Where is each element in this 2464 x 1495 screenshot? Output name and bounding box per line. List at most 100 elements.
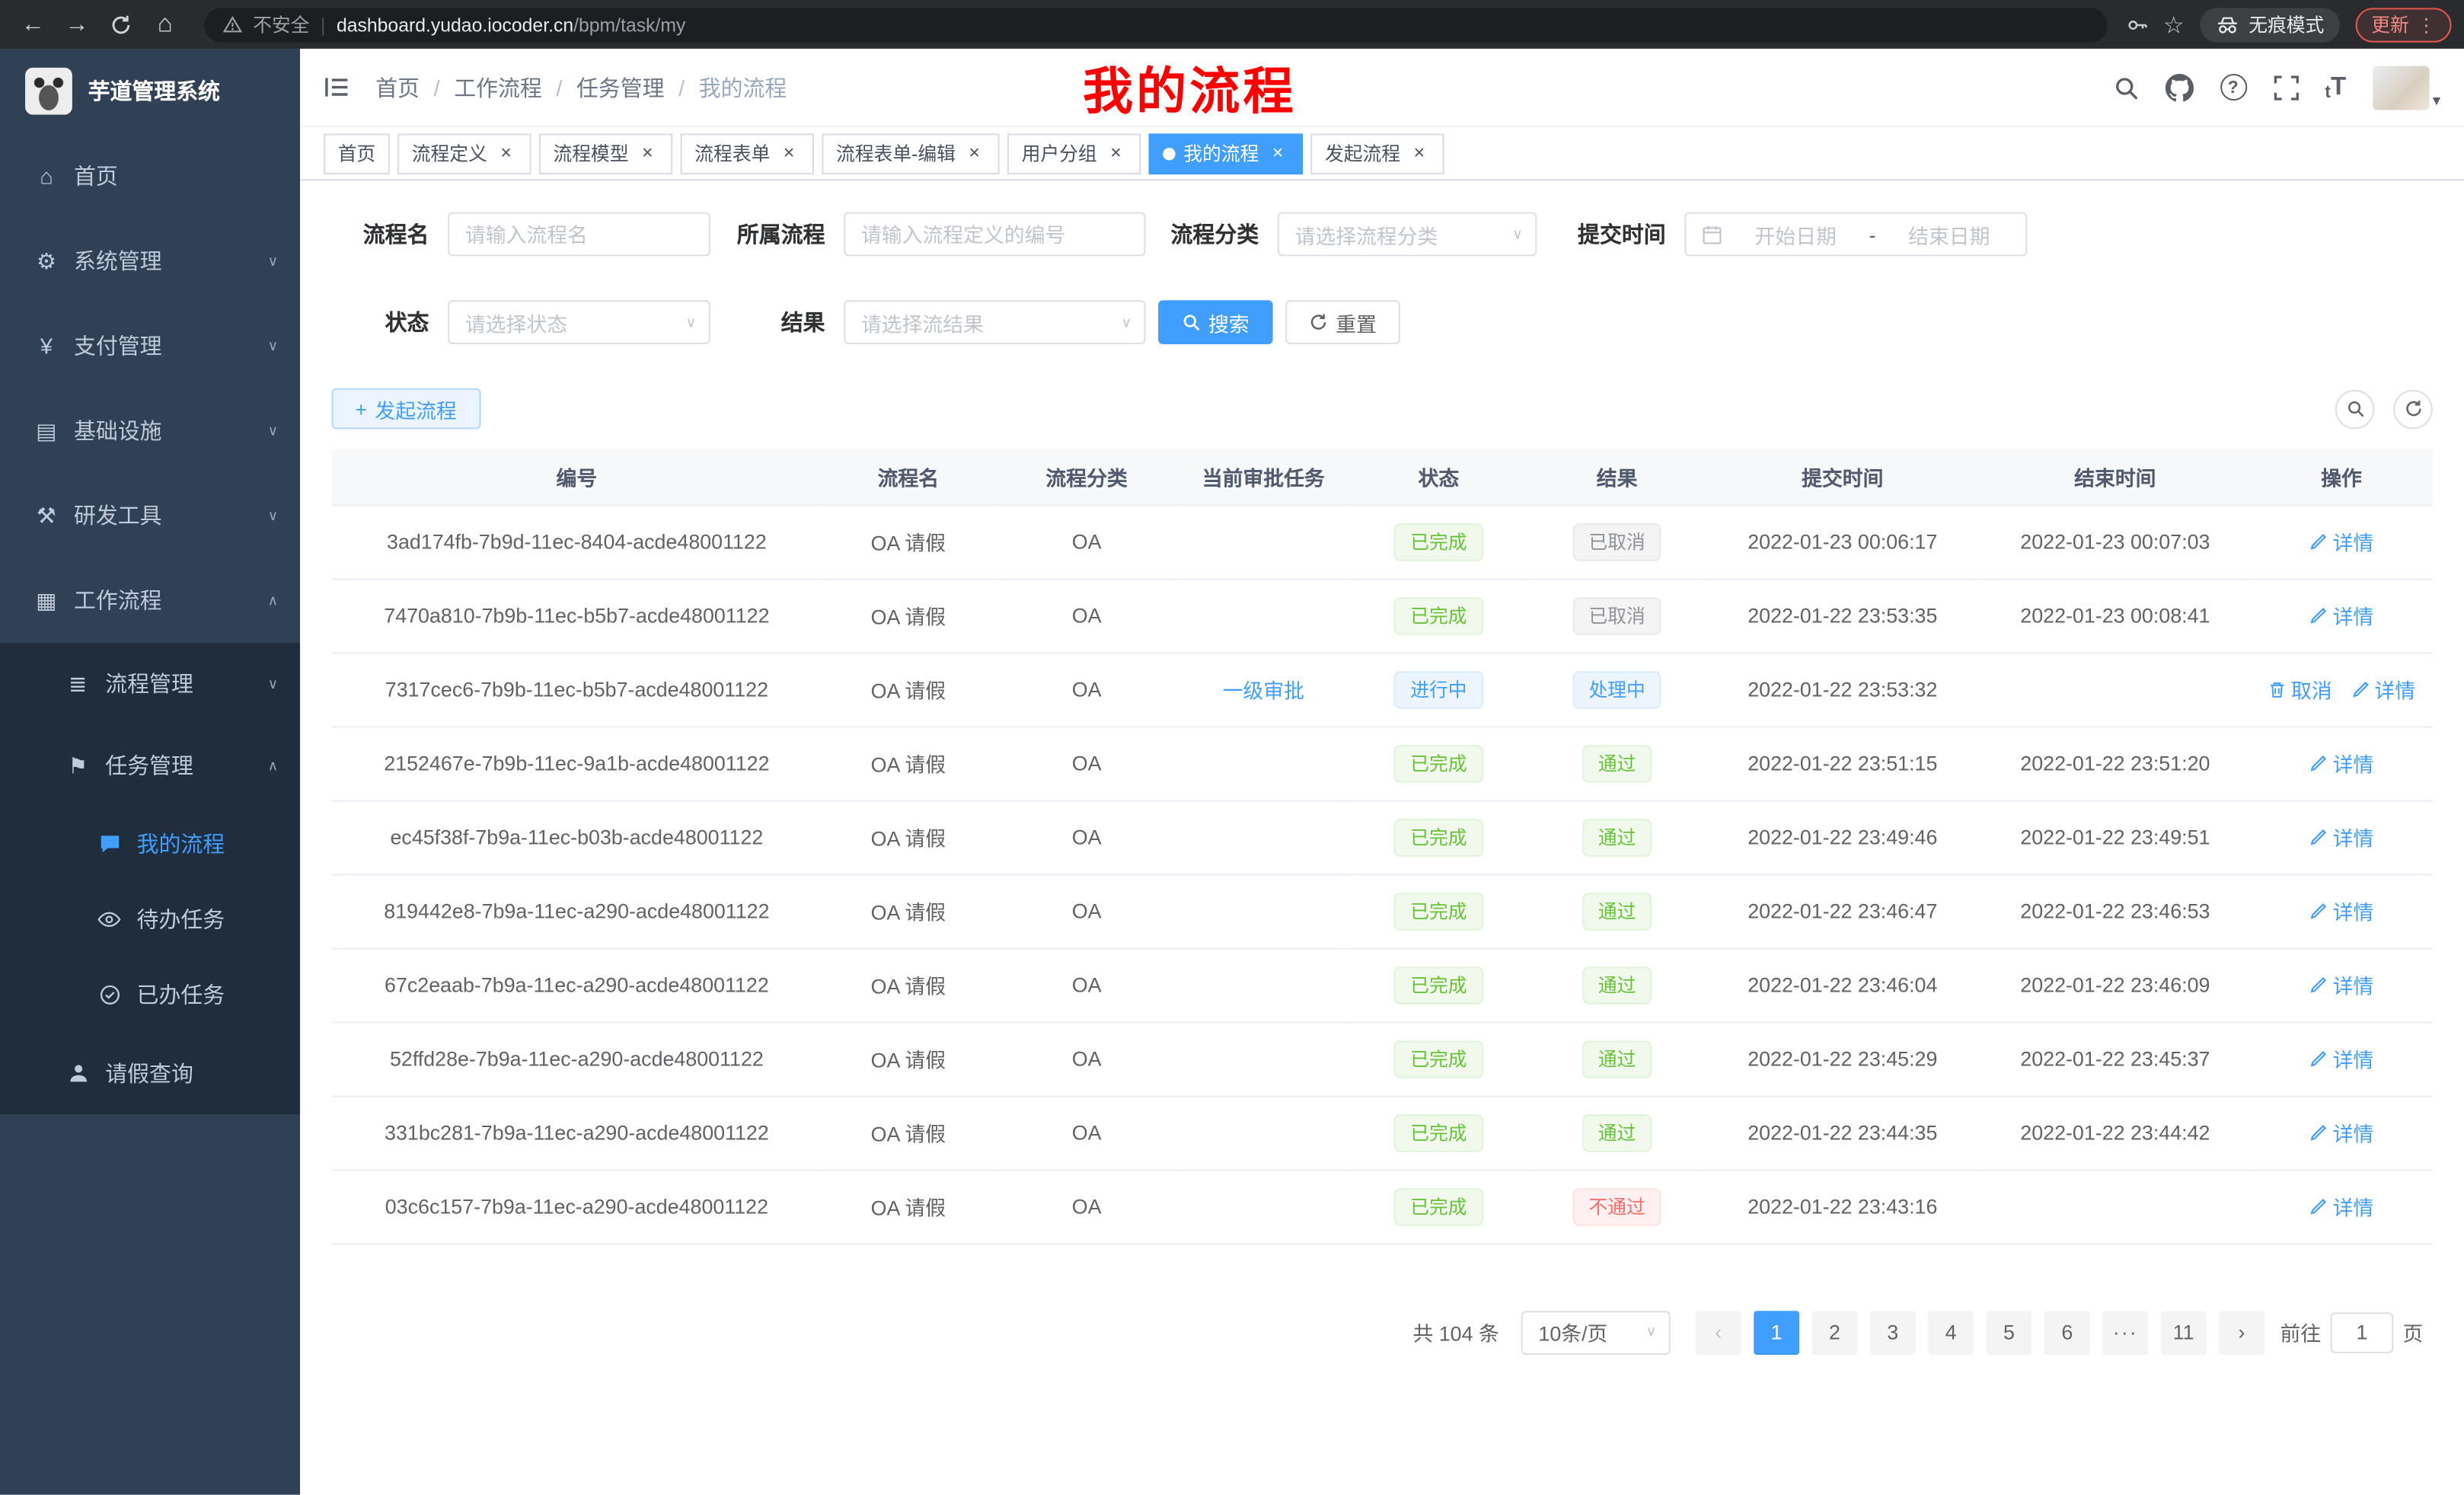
result-badge: 通过: [1582, 892, 1652, 930]
reset-button[interactable]: 重置: [1285, 300, 1400, 344]
detail-button[interactable]: 详情: [2309, 896, 2374, 925]
cell-submit-time: 2022-01-22 23:45:29: [1705, 1021, 1980, 1095]
tab[interactable]: 发起流程 ×: [1310, 133, 1444, 174]
table-row: 331bc281-7b9a-11ec-a290-acde48001122 OA …: [331, 1095, 2432, 1169]
cell-status: 已完成: [1348, 874, 1529, 947]
github-icon[interactable]: [2165, 73, 2193, 101]
page-button[interactable]: 1: [1754, 1310, 1799, 1354]
browser-home-button[interactable]: ⌂: [145, 4, 186, 45]
toggle-search-button[interactable]: [2335, 389, 2375, 429]
category-select[interactable]: 请选择流程分类 ∨: [1278, 212, 1537, 257]
breadcrumb-home[interactable]: 首页: [375, 72, 420, 103]
tab[interactable]: 流程表单-编辑 ×: [822, 133, 999, 174]
status-select[interactable]: 请选择状态 ∨: [448, 300, 710, 344]
goto-page-input[interactable]: [2331, 1311, 2394, 1353]
page-button[interactable]: 11: [2161, 1310, 2207, 1354]
update-menu-button[interactable]: 更新 ⋮: [2356, 7, 2452, 41]
sidebar-item-devtools[interactable]: ⚒ 研发工具 ∨: [0, 473, 300, 557]
detail-button[interactable]: 详情: [2351, 674, 2415, 704]
breadcrumb-task-management[interactable]: 任务管理: [576, 72, 665, 103]
sidebar-item-done-tasks[interactable]: 已办任务: [0, 957, 300, 1033]
tab[interactable]: 流程定义 ×: [397, 133, 531, 174]
font-size-icon[interactable]: tT: [2325, 73, 2346, 101]
tab-close-icon[interactable]: ×: [1267, 142, 1289, 165]
detail-icon: [2309, 902, 2328, 921]
sidebar-item-infrastructure[interactable]: ▤ 基础设施 ∨: [0, 388, 300, 473]
sidebar-item-process-management[interactable]: ≣ 流程管理 ∨: [0, 643, 300, 724]
tab-close-icon[interactable]: ×: [495, 142, 517, 165]
cell-status: 进行中: [1348, 652, 1529, 726]
goto-unit-label: 页: [2403, 1317, 2424, 1346]
filter-row-1: 流程名 所属流程 流程分类 请选择流程分类 ∨: [331, 212, 2432, 257]
search-icon[interactable]: [2113, 75, 2138, 100]
process-def-input[interactable]: [844, 212, 1145, 257]
reload-button[interactable]: [101, 4, 142, 45]
detail-button[interactable]: 详情: [2309, 1043, 2374, 1073]
cell-actions: 详情: [2250, 947, 2432, 1021]
sidebar-item-task-management[interactable]: ⚑ 任务管理 ∧: [0, 724, 300, 806]
detail-button[interactable]: 详情: [2309, 1191, 2374, 1221]
sidebar-item-home[interactable]: ⌂ 首页: [0, 133, 300, 218]
page-content: 流程名 所属流程 流程分类 请选择流程分类 ∨: [300, 180, 2464, 1494]
cell-actions: 取消详情: [2250, 652, 2432, 726]
page-button[interactable]: 4: [1928, 1310, 1974, 1354]
address-bar[interactable]: 不安全 | dashboard.yudao.iocoder.cn/bpm/tas…: [204, 7, 2106, 41]
tab-close-icon[interactable]: ×: [963, 142, 985, 165]
detail-button[interactable]: 详情: [2309, 1117, 2374, 1147]
key-icon[interactable]: [2125, 14, 2147, 36]
breadcrumb-workflow[interactable]: 工作流程: [454, 72, 542, 103]
detail-button[interactable]: 详情: [2309, 600, 2374, 630]
cancel-button[interactable]: 取消: [2268, 674, 2332, 704]
cell-category: OA: [994, 874, 1178, 947]
result-select[interactable]: 请选择流结果 ∨: [844, 300, 1145, 344]
detail-button[interactable]: 详情: [2309, 970, 2374, 999]
tab-close-icon[interactable]: ×: [1105, 142, 1127, 165]
current-task-link[interactable]: 一级审批: [1223, 679, 1304, 703]
sidebar-item-leave-query[interactable]: 请假查询: [0, 1033, 300, 1114]
sidebar-item-todo-tasks[interactable]: 待办任务: [0, 882, 300, 957]
page-button[interactable]: 2: [1811, 1310, 1857, 1354]
question-glyph: ?: [2220, 74, 2246, 101]
tab-close-icon[interactable]: ×: [1408, 142, 1430, 165]
cell-submit-time: 2022-01-22 23:51:15: [1705, 726, 1980, 800]
help-icon[interactable]: ?: [2220, 74, 2246, 101]
security-label[interactable]: 不安全: [253, 11, 309, 37]
tab[interactable]: 流程表单 ×: [681, 133, 814, 174]
tab-close-icon[interactable]: ×: [778, 142, 800, 165]
bookmark-star-icon[interactable]: ☆: [2163, 10, 2185, 38]
cell-submit-time: 2022-01-22 23:46:04: [1705, 947, 1980, 1021]
sidebar-toggle-button[interactable]: [324, 75, 350, 99]
tab[interactable]: 用户分组 ×: [1007, 133, 1141, 174]
page-ellipsis[interactable]: ···: [2102, 1310, 2148, 1354]
page-button[interactable]: 3: [1870, 1310, 1916, 1354]
detail-button[interactable]: 详情: [2309, 748, 2374, 778]
back-button[interactable]: ←: [13, 4, 54, 45]
next-page-button[interactable]: ›: [2219, 1310, 2265, 1354]
avatar[interactable]: [2373, 65, 2429, 110]
refresh-table-button[interactable]: [2393, 389, 2433, 429]
prev-page-button[interactable]: ‹: [1696, 1310, 1741, 1354]
submit-time-range-picker[interactable]: 开始日期 - 结束日期: [1684, 212, 2027, 257]
sidebar-item-payment[interactable]: ¥ 支付管理 ∨: [0, 303, 300, 388]
tab-close-icon[interactable]: ×: [637, 142, 659, 165]
sidebar-item-workflow[interactable]: ▦ 工作流程 ∧: [0, 558, 300, 643]
tab[interactable]: 流程模型 ×: [539, 133, 672, 174]
app-logo[interactable]: 芋道管理系统: [0, 49, 300, 133]
caret-down-icon[interactable]: ▾: [2433, 92, 2440, 110]
process-name-input[interactable]: [448, 212, 710, 257]
create-process-button[interactable]: + 发起流程: [331, 388, 480, 430]
sidebar-item-system[interactable]: ⚙ 系统管理 ∨: [0, 219, 300, 303]
detail-button[interactable]: 详情: [2309, 526, 2374, 556]
page-size-select[interactable]: 10条/页 ∨: [1521, 1310, 1671, 1354]
detail-button[interactable]: 详情: [2309, 822, 2374, 851]
tab[interactable]: 首页: [324, 133, 390, 174]
page-button[interactable]: 6: [2044, 1310, 2090, 1354]
category-label: 流程分类: [1146, 219, 1278, 250]
tab[interactable]: 我的流程 ×: [1149, 133, 1303, 174]
page-button[interactable]: 5: [1987, 1310, 2032, 1354]
search-button[interactable]: 搜索: [1158, 300, 1273, 344]
forward-button[interactable]: →: [56, 4, 97, 45]
sidebar-item-my-process[interactable]: 我的流程: [0, 807, 300, 882]
fullscreen-icon[interactable]: [2273, 75, 2298, 100]
cell-process-id: 52ffd28e-7b9a-11ec-a290-acde48001122: [331, 1021, 822, 1095]
